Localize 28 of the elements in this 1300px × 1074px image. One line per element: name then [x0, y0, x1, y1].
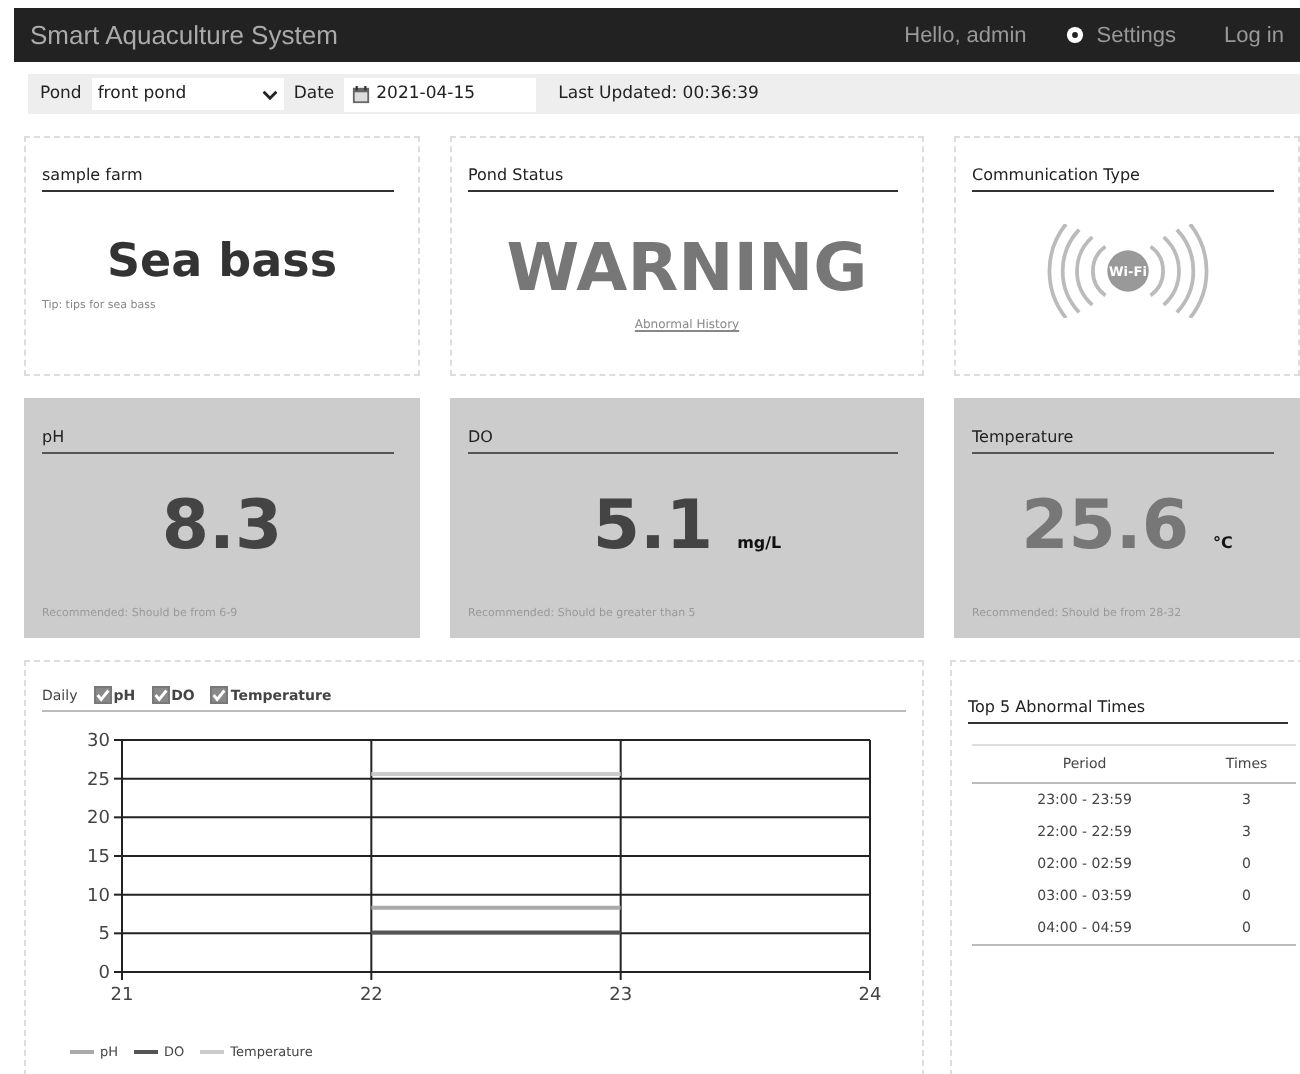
- y-tick-label: 20: [87, 809, 110, 830]
- y-tick-label: 0: [98, 964, 110, 984]
- card-title: pH: [42, 428, 394, 454]
- card-title: Pond Status: [468, 166, 898, 192]
- metric-value: 25.6: [1021, 486, 1189, 566]
- x-tick-label: 21: [110, 986, 134, 1006]
- x-tick-label: 22: [359, 986, 383, 1006]
- y-tick-label: 25: [87, 770, 110, 791]
- date-label: Date: [293, 84, 335, 104]
- pond-label: Pond: [40, 84, 82, 104]
- y-tick-label: 30: [87, 732, 110, 752]
- unit-label: °C: [1213, 534, 1233, 552]
- x-tick-label: 23: [609, 986, 633, 1006]
- y-tick-label: 5: [98, 925, 110, 946]
- metric-value: 8.3: [161, 486, 283, 566]
- metric-value: 5.1: [592, 486, 714, 566]
- card-title: Top 5 Abnormal Times: [968, 698, 1288, 724]
- last-updated: Last Updated: 00:36:39: [558, 84, 759, 104]
- card-title: DO: [468, 428, 898, 454]
- species-name: Sea bass: [104, 236, 340, 288]
- x-tick-label: 24: [858, 986, 882, 1006]
- card-title: Communication Type: [972, 166, 1274, 192]
- status-text: WARNING: [504, 228, 870, 306]
- y-tick-label: 10: [87, 886, 110, 907]
- y-tick-label: 15: [87, 848, 110, 868]
- card-title: sample farm: [42, 166, 394, 192]
- card-title: Temperature: [972, 428, 1274, 454]
- unit-label: mg/L: [737, 534, 782, 552]
